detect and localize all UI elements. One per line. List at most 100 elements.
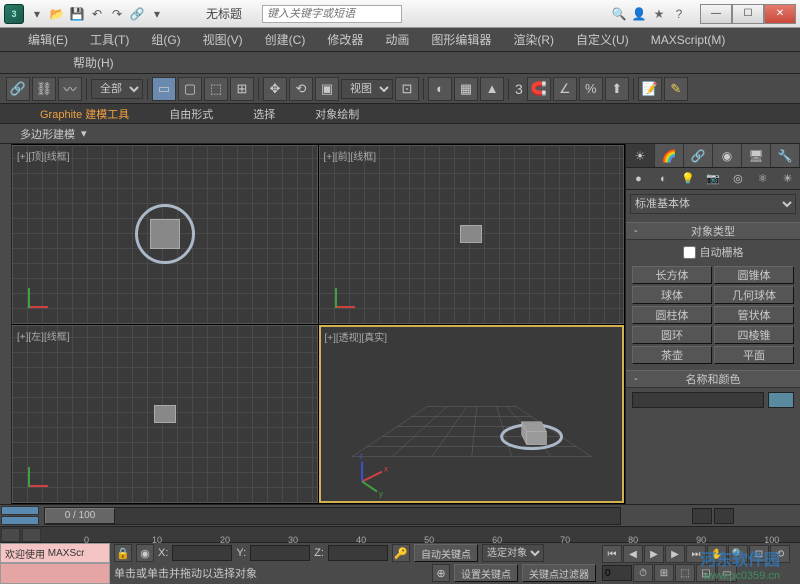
viewport-label[interactable]: [+][顶][线框] (17, 148, 70, 163)
minimize-button[interactable]: — (700, 4, 732, 24)
favorite-icon[interactable]: ★ (650, 5, 668, 23)
angle-snap-icon[interactable]: ∠ (553, 77, 577, 101)
primitive-button[interactable]: 圆柱体 (632, 306, 712, 324)
primitive-button[interactable]: 圆环 (632, 326, 712, 344)
goto-end-icon[interactable]: ⏭ (686, 545, 706, 563)
zoom-all-icon[interactable]: ⬚ (675, 564, 695, 582)
modify-tab-icon[interactable]: 🌈 (655, 144, 684, 167)
grid-spinner[interactable] (692, 508, 712, 524)
menu-item[interactable]: 编辑(E) (20, 29, 76, 50)
ribbon-tab[interactable]: Graphite 建模工具 (30, 104, 139, 124)
viewport-label[interactable]: [+][前][线框] (324, 148, 377, 163)
qat-more-icon[interactable]: ▾ (148, 5, 166, 23)
primitive-button[interactable]: 四棱锥 (714, 326, 794, 344)
viewport-scrollbar[interactable] (0, 144, 12, 504)
timeline-toggle2-icon[interactable] (1, 516, 39, 525)
viewport-perspective[interactable]: x z y [+][透视][真实] (319, 325, 625, 504)
maximize-button[interactable]: ☐ (732, 4, 764, 24)
viewport-left[interactable]: [+][左][线框] (12, 325, 318, 504)
link-icon[interactable]: 🔗 (128, 5, 146, 23)
shapes-subtab-icon[interactable]: ◐ (651, 168, 676, 189)
viewport-label[interactable]: [+][左][线框] (17, 328, 70, 343)
new-icon[interactable]: ▾ (28, 5, 46, 23)
goto-start-icon[interactable]: ⏮ (602, 545, 622, 563)
grid-spinner2[interactable] (714, 508, 734, 524)
help-icon[interactable]: ? (670, 5, 688, 23)
unlink-tool-icon[interactable]: ⛓ (32, 77, 56, 101)
pan-icon[interactable]: ✋ (707, 545, 727, 563)
menu-item[interactable]: 动画 (377, 29, 417, 50)
close-button[interactable]: ✕ (764, 4, 796, 24)
snap-toggle-icon[interactable]: 🧲 (527, 77, 551, 101)
primitive-button[interactable]: 长方体 (632, 266, 712, 284)
track-icon[interactable] (1, 528, 20, 542)
select-name-icon[interactable]: ▢ (178, 77, 202, 101)
pivot-icon[interactable]: ⊡ (395, 77, 419, 101)
autokey-button[interactable]: 自动关键点 (414, 544, 478, 562)
next-frame-icon[interactable]: ▶ (665, 545, 685, 563)
time-slider[interactable]: 0 / 100 (44, 507, 621, 525)
window-crossing-icon[interactable]: ⊞ (230, 77, 254, 101)
motion-tab-icon[interactable]: ◉ (713, 144, 742, 167)
select-region-icon[interactable]: ⬚ (204, 77, 228, 101)
search-input[interactable] (262, 5, 402, 23)
redo-icon[interactable]: ↷ (108, 5, 126, 23)
menu-item[interactable]: 工具(T) (82, 29, 137, 50)
spinner-snap-icon[interactable]: ⬆ (605, 77, 629, 101)
menu-item[interactable]: 修改器 (319, 29, 371, 50)
lights-subtab-icon[interactable]: 💡 (676, 168, 701, 189)
app-icon[interactable]: 3 (4, 4, 24, 24)
viewport-label[interactable]: [+][透视][真实] (325, 329, 388, 344)
isolate-icon[interactable]: ◉ (136, 544, 154, 562)
cameras-subtab-icon[interactable]: 📷 (701, 168, 726, 189)
frame-input[interactable] (602, 565, 632, 581)
object-color-swatch[interactable] (768, 392, 794, 408)
create-tab-icon[interactable]: ☀ (626, 144, 655, 167)
ribbon-tab[interactable]: 对象绘制 (305, 104, 369, 124)
x-coord-input[interactable] (172, 545, 232, 561)
save-icon[interactable]: 💾 (68, 5, 86, 23)
primitive-button[interactable]: 茶壶 (632, 346, 712, 364)
lock-icon[interactable]: 🔒 (114, 544, 132, 562)
setkey-button[interactable]: 设置关键点 (454, 564, 518, 582)
timeline-toggle-icon[interactable] (1, 506, 39, 515)
time-slider-handle[interactable]: 0 / 100 (45, 508, 115, 524)
ribbon-tab[interactable]: 选择 (243, 104, 285, 124)
binoculars-icon[interactable]: 🔍 (610, 5, 628, 23)
selected-dropdown[interactable]: 选定对象 (482, 544, 544, 562)
primitive-button[interactable]: 球体 (632, 286, 712, 304)
keyboard-icon[interactable]: ▦ (454, 77, 478, 101)
category-select[interactable]: 标准基本体 (630, 194, 796, 214)
primitive-button[interactable]: 管状体 (714, 306, 794, 324)
systems-subtab-icon[interactable]: ✳ (775, 168, 800, 189)
autogrid-checkbox[interactable] (683, 246, 696, 259)
name-color-rollout[interactable]: 名称和颜色 (626, 370, 800, 388)
keyfilter-button[interactable]: 关键点过滤器 (522, 564, 596, 582)
link-tool-icon[interactable]: 🔗 (6, 77, 30, 101)
prev-frame-icon[interactable]: ◀ (623, 545, 643, 563)
communicate-icon[interactable]: 👤 (630, 5, 648, 23)
mirror-icon[interactable]: ✎ (664, 77, 688, 101)
manipulate-icon[interactable]: ◐ (428, 77, 452, 101)
zoom-icon[interactable]: 🔍 (728, 545, 748, 563)
scale-tool-icon[interactable]: ▣ (315, 77, 339, 101)
y-coord-input[interactable] (250, 545, 310, 561)
menu-item[interactable]: 组(G) (143, 29, 188, 50)
display-tab-icon[interactable]: 🖥 (742, 144, 771, 167)
selection-filter-select[interactable]: 全部 (91, 79, 143, 99)
hierarchy-tab-icon[interactable]: 🔗 (684, 144, 713, 167)
utilities-tab-icon[interactable]: 🔧 (771, 144, 800, 167)
menu-item[interactable]: 创建(C) (257, 29, 314, 50)
z-coord-input[interactable] (328, 545, 388, 561)
undo-icon[interactable]: ↶ (88, 5, 106, 23)
play-icon[interactable]: ▶ (644, 545, 664, 563)
viewport-top[interactable]: [+][顶][线框] (12, 145, 318, 324)
geometry-subtab-icon[interactable]: ● (626, 168, 651, 189)
open-icon[interactable]: 📂 (48, 5, 66, 23)
orbit-icon[interactable]: ⟲ (770, 545, 790, 563)
ref-coord-select[interactable]: 视图 (341, 79, 393, 99)
editor-icon[interactable]: 📝 (638, 77, 662, 101)
bind-tool-icon[interactable]: 〰 (58, 77, 82, 101)
fov-icon[interactable]: ⊡ (749, 545, 769, 563)
percent-snap-icon[interactable]: % (579, 77, 603, 101)
